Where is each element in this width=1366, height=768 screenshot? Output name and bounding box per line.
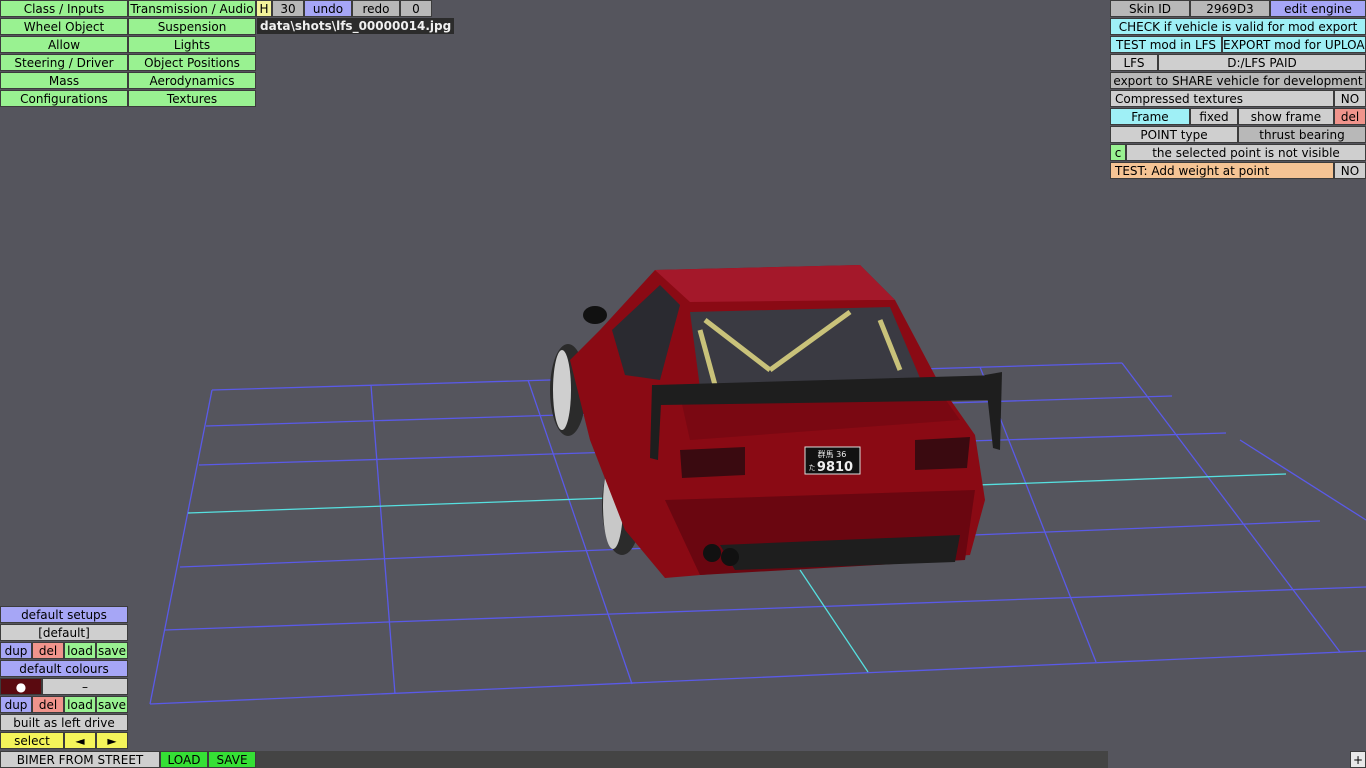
redo-button[interactable]: redo: [352, 0, 400, 17]
prev-arrow-button[interactable]: ◄: [64, 732, 96, 749]
next-arrow-button[interactable]: ►: [96, 732, 128, 749]
tail-light-left: [680, 447, 745, 478]
vehicle-model: 群馬 36 た 9810: [550, 265, 1002, 578]
colour-swatch[interactable]: ●: [0, 678, 42, 695]
skin-id-label: Skin ID: [1110, 0, 1190, 17]
h-toggle-button[interactable]: H: [256, 0, 272, 17]
test-mod-button[interactable]: TEST mod in LFS: [1110, 36, 1222, 53]
check-valid-button[interactable]: CHECK if vehicle is valid for mod export: [1110, 18, 1366, 35]
colour-name-field[interactable]: –: [42, 678, 128, 695]
save-vehicle-button[interactable]: SAVE: [208, 751, 256, 768]
export-mod-button[interactable]: EXPORT mod for UPLOAD: [1222, 36, 1366, 53]
menu-mass[interactable]: Mass: [0, 72, 128, 89]
frame-button[interactable]: Frame: [1110, 108, 1190, 125]
plate-prefix-text: た: [809, 464, 816, 472]
grid-line: [149, 650, 1366, 705]
grid-line: [164, 586, 1366, 631]
select-button[interactable]: select: [0, 732, 64, 749]
setup-del-button[interactable]: del: [32, 642, 64, 659]
built-left-drive-toggle[interactable]: built as left drive: [0, 714, 128, 731]
menu-steering-driver[interactable]: Steering / Driver: [0, 54, 128, 71]
export-share-button[interactable]: export to SHARE vehicle for development: [1110, 72, 1366, 89]
point-type-selector[interactable]: thrust bearing: [1238, 126, 1366, 143]
menu-wheel-object[interactable]: Wheel Object: [0, 18, 128, 35]
colour-load-button[interactable]: load: [64, 696, 96, 713]
menu-class-inputs[interactable]: Class / Inputs: [0, 0, 128, 17]
exhaust-pipe: [703, 544, 721, 562]
lfs-label: LFS: [1110, 54, 1158, 71]
compressed-textures-toggle[interactable]: NO: [1334, 90, 1366, 107]
edit-engine-button[interactable]: edit engine: [1270, 0, 1366, 17]
point-type-label: POINT type: [1110, 126, 1238, 143]
menu-suspension[interactable]: Suspension: [128, 18, 256, 35]
frame-del-button[interactable]: del: [1334, 108, 1366, 125]
load-vehicle-button[interactable]: LOAD: [160, 751, 208, 768]
lfs-path-field[interactable]: D:/LFS PAID: [1158, 54, 1366, 71]
plate-top-text: 群馬 36: [818, 449, 847, 459]
screenshot-path: data\shots\lfs_00000014.jpg: [257, 18, 455, 34]
default-setup-item[interactable]: [default]: [0, 624, 128, 641]
menu-configurations[interactable]: Configurations: [0, 90, 128, 107]
menu-aerodynamics[interactable]: Aerodynamics: [128, 72, 256, 89]
setup-load-button[interactable]: load: [64, 642, 96, 659]
setup-dup-button[interactable]: dup: [0, 642, 32, 659]
grid-line: [1121, 362, 1341, 653]
skin-id-value[interactable]: 2969D3: [1190, 0, 1270, 17]
grid-line: [370, 384, 396, 695]
grid-line: [1239, 439, 1366, 521]
test-weight-label: TEST: Add weight at point: [1110, 162, 1334, 179]
test-weight-toggle[interactable]: NO: [1334, 162, 1366, 179]
fixed-button[interactable]: fixed: [1190, 108, 1238, 125]
vehicle-name-field[interactable]: BIMER FROM STREET: [0, 751, 160, 768]
menu-lights[interactable]: Lights: [128, 36, 256, 53]
show-frame-button[interactable]: show frame: [1238, 108, 1334, 125]
undo-button[interactable]: undo: [304, 0, 352, 17]
menu-object-positions[interactable]: Object Positions: [128, 54, 256, 71]
menu-textures[interactable]: Textures: [128, 90, 256, 107]
default-colours-button[interactable]: default colours: [0, 660, 128, 677]
menu-transmission-audio[interactable]: Transmission / Audio: [128, 0, 256, 17]
point-visibility-status: the selected point is not visible: [1126, 144, 1366, 161]
colour-save-button[interactable]: save: [96, 696, 128, 713]
compressed-textures-label: Compressed textures: [1110, 90, 1334, 107]
plate-main-text: 9810: [817, 460, 853, 475]
setup-save-button[interactable]: save: [96, 642, 128, 659]
grid-line: [149, 389, 213, 705]
colour-dup-button[interactable]: dup: [0, 696, 32, 713]
colour-del-button[interactable]: del: [32, 696, 64, 713]
tail-light-right: [915, 437, 970, 470]
count-field[interactable]: 30: [272, 0, 304, 17]
default-setups-button[interactable]: default setups: [0, 606, 128, 623]
c-button[interactable]: c: [1110, 144, 1126, 161]
redo-count-field: 0: [400, 0, 432, 17]
plus-button[interactable]: +: [1350, 751, 1366, 768]
menu-allow[interactable]: Allow: [0, 36, 128, 53]
